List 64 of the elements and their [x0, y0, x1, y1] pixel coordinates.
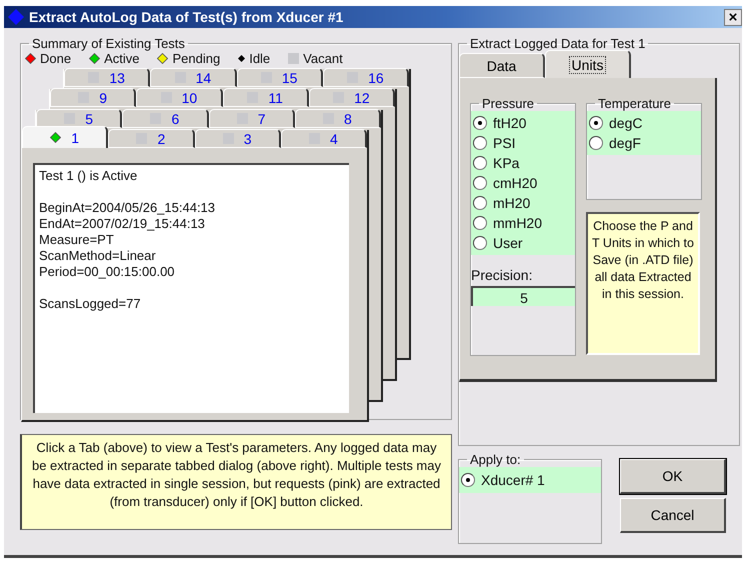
radio-label: KPa [493, 155, 520, 171]
dialog-button[interactable]: Cancel [620, 498, 726, 533]
tab[interactable]: Data [459, 53, 545, 78]
legend-label: Active [104, 51, 140, 66]
test-tab[interactable]: 1 [22, 126, 108, 148]
test-tab[interactable]: 9 [50, 88, 136, 107]
test-tab[interactable]: 7 [208, 109, 295, 128]
dialog-button[interactable]: OK [620, 459, 726, 494]
detail-line: BeginAt=2004/05/26_15:44:13 [39, 200, 216, 216]
group-title: Pressure [481, 96, 536, 111]
field-label: Precision: [471, 267, 534, 283]
tab[interactable]: Units [545, 50, 631, 78]
radio-label: mmH20 [493, 215, 542, 231]
radio-label: mH20 [493, 195, 530, 211]
radio-button[interactable] [473, 196, 487, 210]
test-tab[interactable]: 8 [294, 109, 381, 128]
group-title: Summary of Existing Tests [31, 36, 186, 51]
detail-line: ScansLogged=77 [39, 296, 142, 312]
radio-button[interactable] [473, 136, 487, 150]
test-tab[interactable]: 13 [64, 68, 150, 87]
radio-label: Xducer# 1 [481, 472, 545, 488]
radio-button[interactable] [473, 116, 487, 130]
radio-label: degC [609, 115, 642, 131]
diamond-icon [8, 9, 24, 25]
detail-line: Test 1 () is Active [39, 168, 138, 184]
test-tab[interactable]: 11 [222, 88, 309, 107]
test-tab[interactable]: 16 [322, 68, 409, 87]
group-title: Temperature [597, 96, 672, 111]
radio-button[interactable] [589, 136, 603, 150]
legend-label: Idle [249, 51, 270, 66]
test-tab[interactable]: 15 [236, 68, 323, 87]
radio-label: cmH20 [493, 175, 538, 191]
radio-label: degF [609, 135, 641, 151]
legend-label: Done [40, 51, 72, 66]
legend-label: Pending [172, 51, 220, 66]
radio-button[interactable] [473, 156, 487, 170]
test-tab[interactable]: 10 [136, 88, 222, 107]
legend-label: Vacant [303, 51, 343, 66]
radio-button[interactable] [589, 116, 603, 130]
test-tab[interactable]: 12 [308, 88, 395, 107]
detail-line: EndAt=2007/02/19_15:44:13 [39, 216, 206, 232]
window-title: Extract AutoLog Data of Test(s) from Xducer #1 [29, 9, 344, 25]
note-text: Choose the P and T Units in which to Save (in .ATD file) all data Extracted in this session. [586, 212, 700, 355]
detail-line: Period=00_00:15:00.00 [39, 264, 176, 280]
test-tab[interactable]: 4 [280, 129, 367, 148]
test-tab[interactable]: 3 [194, 129, 281, 148]
test-tab[interactable]: 6 [122, 109, 208, 128]
radio-label: User [493, 235, 523, 251]
radio-button[interactable] [473, 216, 487, 230]
test-tab[interactable]: 14 [150, 68, 236, 87]
group-title: Apply to: [469, 452, 522, 467]
test-tab[interactable]: 5 [36, 109, 122, 128]
help-text: Click a Tab (above) to view a Test's parameters. Any logged data may be extracted in separate tabbed dialog (above right). Multiple tests may have data extracted in single session, but requests (pink) are extracted (from transducer) only if [OK] button clicked. [20, 434, 452, 530]
detail-line: Measure=PT [39, 232, 115, 248]
radio-label: PSI [493, 135, 516, 151]
detail-line: ScanMethod=Linear [39, 248, 157, 264]
radio-button[interactable] [473, 176, 487, 190]
close-button[interactable]: × [724, 9, 742, 26]
group-title: Extract Logged Data for Test 1 [469, 36, 646, 51]
radio-label: ftH20 [493, 115, 526, 131]
radio-button[interactable] [461, 473, 475, 487]
input-field[interactable]: 5 [471, 286, 575, 306]
test-tab[interactable]: 2 [108, 129, 194, 148]
radio-button[interactable] [473, 236, 487, 250]
